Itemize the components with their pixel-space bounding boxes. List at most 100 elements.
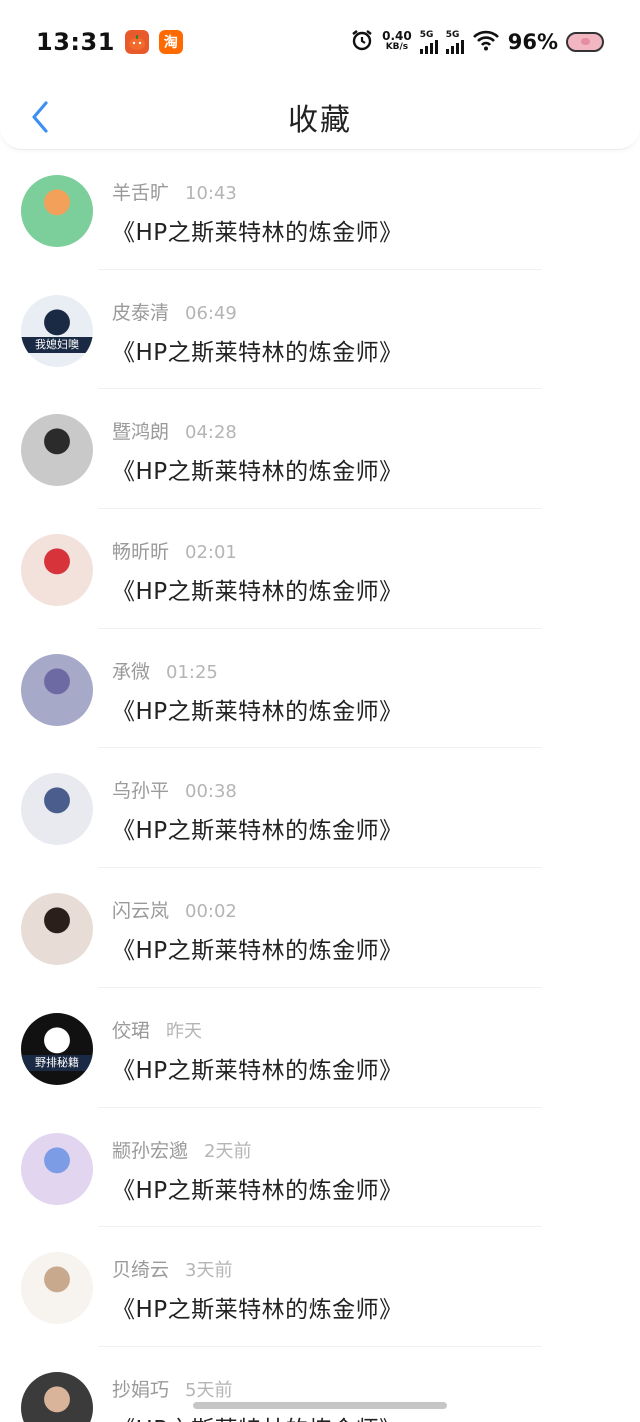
- item-title: 《HP之斯莱特林的炼金师》: [112, 938, 403, 965]
- item-meta: 抄娟巧 5天前: [112, 1375, 403, 1402]
- item-meta: 暨鸿朗 04:28: [112, 417, 403, 444]
- timestamp: 10:43: [185, 183, 237, 204]
- avatar[interactable]: [21, 414, 93, 487]
- avatar[interactable]: [21, 1132, 93, 1205]
- favorites-list: 羊舌旷 10:43 《HP之斯莱特林的炼金师》 我媳妇噢 皮泰清 06:49 《HP之斯莱特…: [0, 150, 640, 1422]
- list-item[interactable]: 抄娟巧 5天前《HP之斯莱特林的炼金师》: [0, 1347, 640, 1422]
- avatar[interactable]: [21, 534, 93, 607]
- list-item[interactable]: 承微 01:25 《HP之斯莱特林的炼金师》: [0, 629, 640, 749]
- item-text: 闪云岚 00:02 《HP之斯莱特林的炼金师》: [112, 896, 403, 965]
- sim2-label: 5G: [445, 29, 460, 40]
- user-name: 暨鸿朗: [112, 421, 170, 444]
- item-meta: 颛孙宏邈 2天前: [112, 1136, 403, 1163]
- list-item[interactable]: 贝绮云 3天前 《HP之斯莱特林的炼金师》: [0, 1227, 640, 1347]
- list-item[interactable]: 颛孙宏邈 2天前《HP之斯莱特林的炼金师》: [0, 1108, 640, 1228]
- item-text: 乌孙平 00:38 《HP之斯莱特林的炼金师》: [112, 776, 403, 845]
- item-meta: 佼珺 昨天: [112, 1016, 403, 1043]
- user-name: 畅昕昕: [112, 541, 170, 564]
- status-right: 0.40 KB/s 5G 5G 96%: [350, 28, 604, 56]
- user-name: 颛孙宏邈: [112, 1139, 189, 1162]
- list-item[interactable]: 乌孙平 00:38 《HP之斯莱特林的炼金师》: [0, 748, 640, 869]
- page-title: 收藏: [288, 102, 352, 138]
- user-name: 承微: [112, 660, 151, 683]
- item-title: 《HP之斯莱特林的炼金师》: [112, 818, 403, 845]
- user-name: 皮泰清: [112, 301, 170, 324]
- timestamp: 昨天: [166, 1020, 203, 1042]
- user-name: 佼珺: [112, 1019, 151, 1042]
- item-meta: 贝绮云 3天前: [112, 1255, 403, 1282]
- item-meta: 承微 01:25: [112, 657, 403, 684]
- timestamp: 00:02: [185, 901, 237, 923]
- item-title: 《HP之斯莱特林的炼金师》: [112, 339, 403, 366]
- list-item[interactable]: 闪云岚 00:02 《HP之斯莱特林的炼金师》: [0, 868, 640, 988]
- item-text: 皮泰清 06:49 《HP之斯莱特林的炼金师》: [112, 298, 403, 367]
- pumpkin-app-icon: [124, 30, 149, 54]
- item-text: 羊舌旷 10:43 《HP之斯莱特林的炼金师》: [112, 178, 403, 247]
- avatar[interactable]: [21, 653, 93, 726]
- battery-percent: 96%: [507, 30, 558, 54]
- timestamp: 3天前: [185, 1260, 233, 1282]
- timestamp: 2天前: [204, 1140, 252, 1162]
- timestamp: 04:28: [185, 422, 237, 444]
- alarm-icon: [350, 28, 374, 56]
- avatar[interactable]: [21, 1371, 93, 1422]
- signal-bars-icon: [419, 39, 438, 54]
- sim2-signal: 5G: [445, 29, 464, 54]
- timestamp: 01:25: [166, 661, 218, 683]
- item-text: 承微 01:25 《HP之斯莱特林的炼金师》: [112, 657, 403, 726]
- nav-bar: 收藏: [0, 84, 640, 150]
- avatar[interactable]: [21, 773, 93, 846]
- avatar-caption: 野排秘籍: [21, 1054, 93, 1071]
- network-speed: 0.40 KB/s: [382, 30, 412, 53]
- status-time: 13:31: [36, 28, 115, 56]
- timestamp: 02:01: [185, 542, 237, 564]
- item-meta: 乌孙平 00:38: [112, 776, 403, 803]
- avatar[interactable]: 野排秘籍: [21, 1012, 93, 1085]
- status-bar: 13:31 淘 0.40 KB/s 5G 5G 96%: [0, 0, 640, 84]
- user-name: 乌孙平: [112, 780, 170, 803]
- item-text: 佼珺 昨天《HP之斯莱特林的炼金师》: [112, 1016, 403, 1085]
- status-left: 13:31 淘: [36, 28, 183, 56]
- item-title: 《HP之斯莱特林的炼金师》: [112, 1297, 403, 1324]
- item-text: 畅昕昕 02:01 《HP之斯莱特林的炼金师》: [112, 537, 403, 606]
- user-name: 抄娟巧: [112, 1378, 170, 1401]
- taobao-app-icon: 淘: [158, 30, 183, 54]
- sim1-signal: 5G: [419, 29, 438, 54]
- avatar[interactable]: [21, 1252, 93, 1325]
- item-text: 颛孙宏邈 2天前《HP之斯莱特林的炼金师》: [112, 1136, 403, 1205]
- wifi-icon: [472, 29, 500, 55]
- item-text: 抄娟巧 5天前《HP之斯莱特林的炼金师》: [112, 1375, 403, 1422]
- home-indicator[interactable]: [193, 1402, 447, 1409]
- list-item[interactable]: 暨鸿朗 04:28 《HP之斯莱特林的炼金师》: [0, 389, 640, 510]
- user-name: 闪云岚: [112, 900, 170, 923]
- avatar[interactable]: [21, 893, 93, 966]
- list-item[interactable]: 畅昕昕 02:01 《HP之斯莱特林的炼金师》: [0, 509, 640, 629]
- back-button[interactable]: [20, 97, 60, 137]
- list-item[interactable]: 野排秘籍 佼珺 昨天《HP之斯莱特林的炼金师》: [0, 988, 640, 1108]
- user-name: 羊舌旷: [112, 182, 170, 204]
- avatar[interactable]: [21, 175, 93, 247]
- item-text: 暨鸿朗 04:28 《HP之斯莱特林的炼金师》: [112, 417, 403, 486]
- sim1-label: 5G: [419, 29, 434, 40]
- timestamp: 00:38: [185, 781, 237, 803]
- screen: 13:31 淘 0.40 KB/s 5G 5G 96% 收藏 羊舌旷 10:43…: [0, 0, 640, 1422]
- item-text: 贝绮云 3天前 《HP之斯莱特林的炼金师》: [112, 1255, 403, 1324]
- signal-bars-icon: [445, 39, 464, 54]
- timestamp: 5天前: [185, 1379, 233, 1401]
- speed-unit: KB/s: [385, 42, 409, 52]
- item-title: 《HP之斯莱特林的炼金师》: [112, 1410, 403, 1422]
- item-title: 《HP之斯莱特林的炼金师》: [112, 698, 403, 725]
- item-title: 《HP之斯莱特林的炼金师》: [112, 1057, 403, 1084]
- item-title: 《HP之斯莱特林的炼金师》: [112, 1177, 403, 1204]
- timestamp: 06:49: [185, 302, 237, 324]
- item-title: 《HP之斯莱特林的炼金师》: [112, 459, 403, 486]
- avatar-caption: 我媳妇噢: [21, 336, 93, 353]
- item-meta: 畅昕昕 02:01: [112, 537, 403, 564]
- list-item[interactable]: 羊舌旷 10:43 《HP之斯莱特林的炼金师》: [0, 150, 640, 270]
- chevron-left-icon: [32, 101, 48, 133]
- item-title: 《HP之斯莱特林的炼金师》: [112, 579, 403, 606]
- list-item[interactable]: 我媳妇噢 皮泰清 06:49 《HP之斯莱特林的炼金师》: [0, 270, 640, 390]
- avatar[interactable]: 我媳妇噢: [21, 294, 93, 367]
- item-meta: 闪云岚 00:02: [112, 896, 403, 923]
- item-title: 《HP之斯莱特林的炼金师》: [112, 220, 403, 246]
